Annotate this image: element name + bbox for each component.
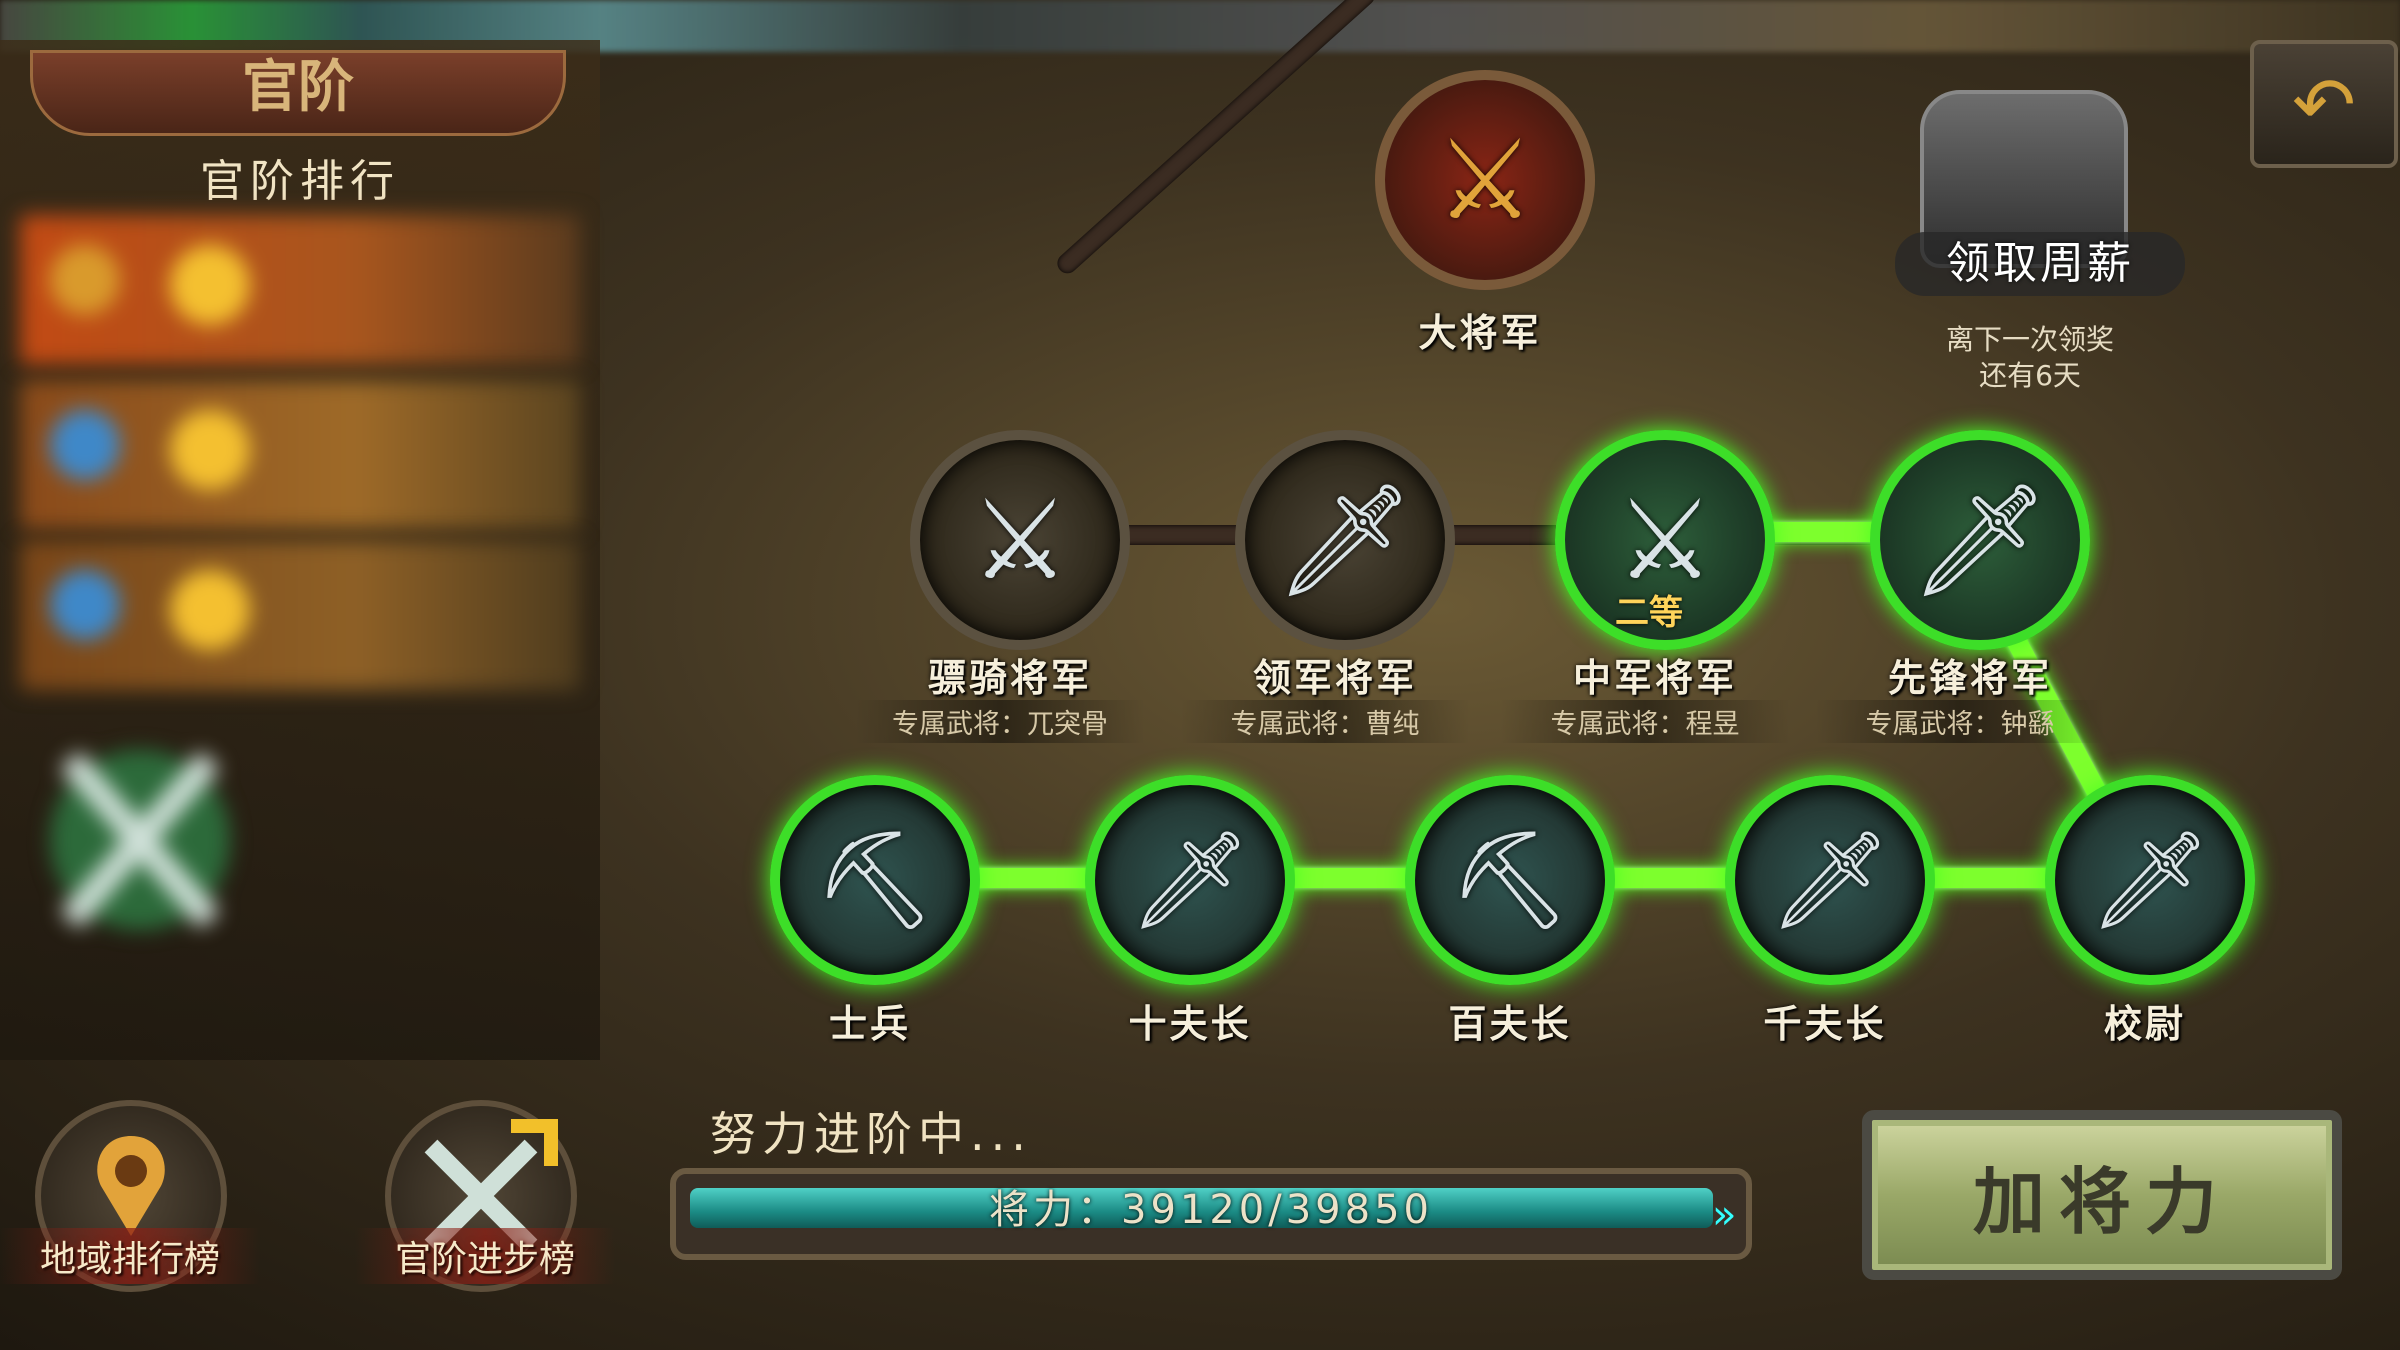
own-rank-row <box>40 720 560 1000</box>
rank-label-top: 大将军 <box>1418 311 1542 355</box>
power-progress-bar: 将力：39120/39850 <box>670 1168 1752 1260</box>
rank-label-qianfuzhang: 千夫长 <box>1763 1002 1887 1046</box>
rank-progress-label[interactable]: 官阶进步榜 <box>355 1228 615 1284</box>
ranking-header: 官阶排行 <box>200 156 400 207</box>
countdown-line-2: 还有6天 <box>1979 359 2081 392</box>
dagger-icon: 🗡 <box>1129 823 1251 936</box>
gold-medal-icon <box>170 570 250 650</box>
rank-medal-shibing[interactable]: ⛏ <box>770 775 980 985</box>
triple-swords-icon: 🗡 <box>1275 475 1415 604</box>
rank-medal-baifuzhang[interactable]: ⛏ <box>1405 775 1615 985</box>
rank-medal-xianfeng[interactable]: 🗡 <box>1870 430 2090 650</box>
avatar <box>50 410 120 480</box>
exclusive-general-xianfeng: 专属武将：钟繇 <box>1815 700 2105 743</box>
rank-medal-piaoqi[interactable]: ⚔ <box>910 430 1130 650</box>
rank-label-zhongjun: 中军将军 <box>1572 656 1737 700</box>
back-button[interactable]: ↶ <box>2250 40 2398 168</box>
power-progress-text: 将力：39120/39850 <box>989 1187 1433 1233</box>
rank-label-baifuzhang: 百夫长 <box>1448 1002 1572 1046</box>
progress-title: 努力进阶中... <box>710 1107 1032 1161</box>
avatar <box>50 245 120 315</box>
rank-medal-xiaowei[interactable]: 🗡 <box>2045 775 2255 985</box>
panel-title-tab: 官阶 <box>30 50 566 136</box>
gold-medal-icon <box>170 410 250 490</box>
rank-label-shifuzhang: 十夫长 <box>1128 1002 1252 1046</box>
rank-medal-shifuzhang[interactable]: 🗡 <box>1085 775 1295 985</box>
rank-label-xiaowei: 校尉 <box>2103 1002 2186 1046</box>
ranking-row[interactable] <box>20 540 580 690</box>
exclusive-general-zhongjun: 专属武将：程昱 <box>1500 700 1790 743</box>
gold-medal-icon <box>170 245 250 325</box>
axes-crest-icon: ⚔ <box>1435 116 1535 244</box>
weekly-salary-button[interactable]: 领取周薪 <box>1895 232 2185 296</box>
add-power-button[interactable]: 加将力 <box>1862 1110 2342 1280</box>
rank-medal-lingjun[interactable]: 🗡 <box>1235 430 1455 650</box>
crossed-swords-icon <box>50 750 230 930</box>
rank-label-piaoqi: 骠骑将军 <box>927 656 1092 700</box>
rank-label-xianfeng: 先锋将军 <box>1887 656 2052 700</box>
back-arrow-icon: ↶ <box>2292 59 2356 149</box>
sword-icon: 🗡 <box>1910 475 2050 604</box>
rank-label-shibing: 士兵 <box>828 1002 911 1046</box>
halberd-icon: ⛏ <box>1449 823 1571 936</box>
sword-icon: 🗡 <box>1769 823 1891 936</box>
rank-label-lingjun: 领军将军 <box>1252 656 1417 700</box>
rank-medal-top[interactable]: ⚔ <box>1375 70 1595 290</box>
ranking-row[interactable] <box>20 380 580 530</box>
crossed-swords-icon: ⚔ <box>970 476 1070 604</box>
exclusive-general-piaoqi: 专属武将：兀突骨 <box>855 700 1145 743</box>
exclusive-general-lingjun: 专属武将：曹纯 <box>1180 700 1470 743</box>
ranking-row[interactable] <box>20 215 580 365</box>
rank-medal-qianfuzhang[interactable]: 🗡 <box>1725 775 1935 985</box>
grade-badge: 二等 <box>1615 593 1683 633</box>
glaive-icon: 🗡 <box>2089 823 2211 936</box>
region-rank-label[interactable]: 地域排行榜 <box>0 1228 260 1284</box>
weekly-salary-countdown: 离下一次领奖 还有6天 <box>1900 322 2160 394</box>
avatar <box>50 570 120 640</box>
progress-arrow-icon: » <box>1712 1192 1737 1238</box>
axe-icon: ⛏ <box>814 823 936 936</box>
countdown-line-1: 离下一次领奖 <box>1945 323 2114 356</box>
